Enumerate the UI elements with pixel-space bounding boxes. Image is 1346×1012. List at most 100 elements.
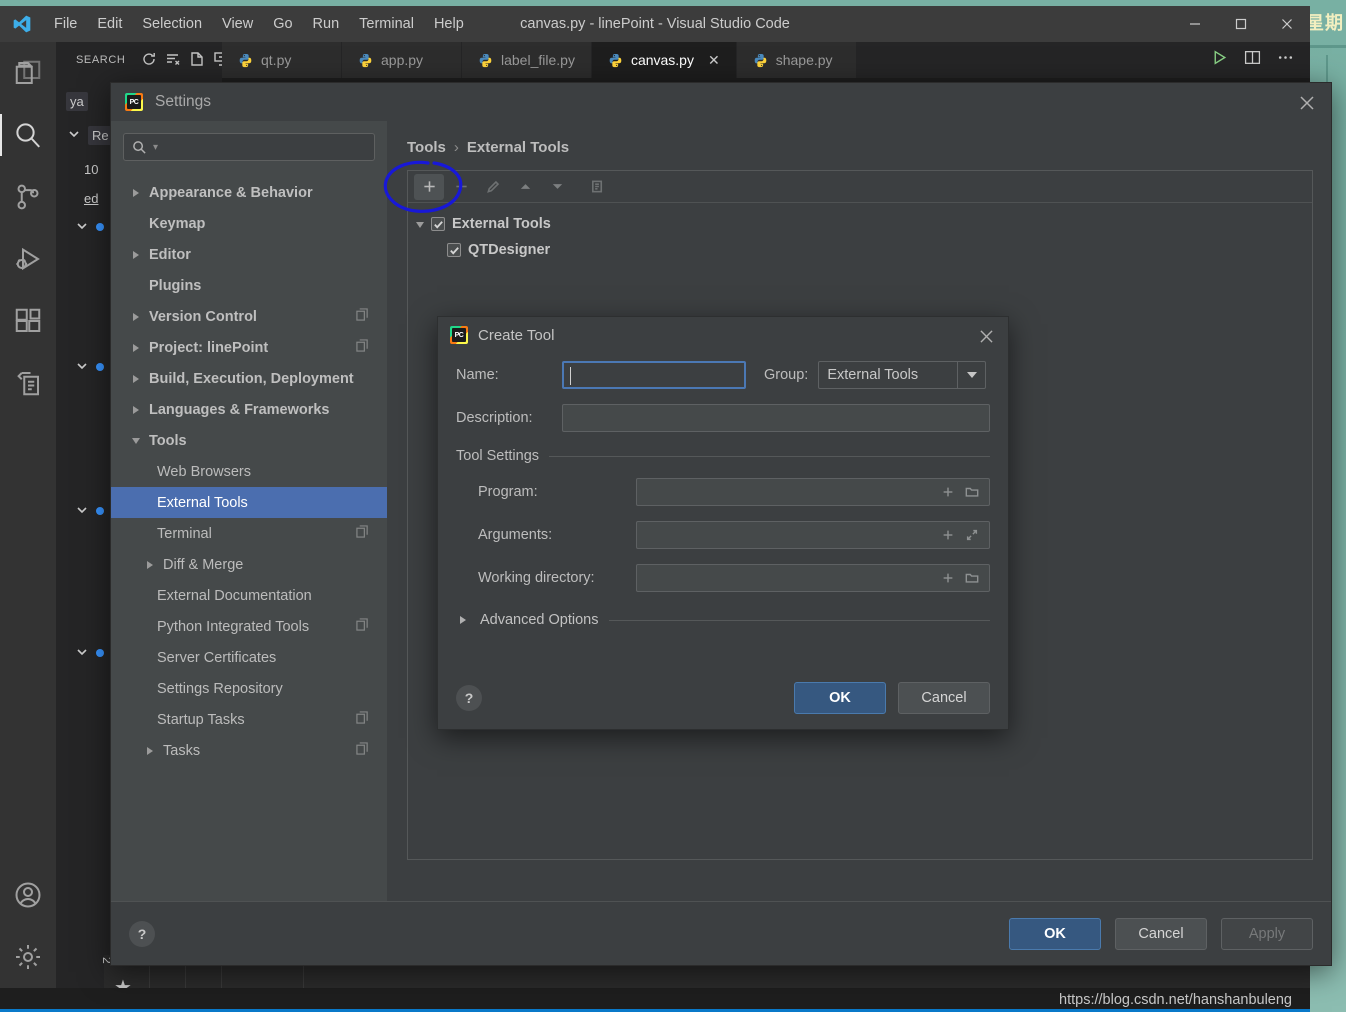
settings-search-input[interactable]: ▾ bbox=[123, 133, 375, 161]
sidebar-item-build-execution-deployment[interactable]: Build, Execution, Deployment bbox=[123, 363, 375, 394]
sidebar-item-startup-tasks[interactable]: Startup Tasks bbox=[123, 704, 375, 735]
close-icon[interactable] bbox=[1264, 6, 1310, 42]
insert-macro-icon[interactable] bbox=[941, 528, 955, 542]
more-actions-icon[interactable] bbox=[1277, 49, 1294, 71]
sidebar-item-tools[interactable]: Tools bbox=[123, 425, 375, 456]
sidebar-item-diff-merge[interactable]: Diff & Merge bbox=[123, 549, 375, 580]
menu-edit[interactable]: Edit bbox=[87, 12, 132, 36]
search-icon[interactable] bbox=[0, 104, 56, 166]
sidebar-item-settings-repository[interactable]: Settings Repository bbox=[123, 673, 375, 704]
chevron-right-icon[interactable] bbox=[129, 406, 143, 414]
search-dropdown-arrow-icon[interactable]: ▾ bbox=[153, 142, 158, 153]
chevron-right-icon[interactable] bbox=[129, 313, 143, 321]
sidebar-item-project-linepoint[interactable]: Project: linePoint bbox=[123, 332, 375, 363]
menu-selection[interactable]: Selection bbox=[132, 12, 212, 36]
settings-ok-button[interactable]: OK bbox=[1009, 917, 1101, 950]
expand-editor-icon[interactable] bbox=[965, 528, 979, 542]
sidebar-item-tasks[interactable]: Tasks bbox=[123, 735, 375, 766]
sidebar-item-python-integrated-tools[interactable]: Python Integrated Tools bbox=[123, 611, 375, 642]
menu-file[interactable]: File bbox=[44, 12, 87, 36]
run-debug-icon[interactable] bbox=[0, 228, 56, 290]
help-button[interactable]: ? bbox=[129, 920, 155, 947]
window-controls[interactable] bbox=[1172, 6, 1310, 42]
accounts-icon[interactable] bbox=[0, 864, 56, 926]
create-tool-cancel-button[interactable]: Cancel bbox=[898, 682, 990, 714]
sidebar-item-version-control[interactable]: Version Control bbox=[123, 301, 375, 332]
split-editor-icon[interactable] bbox=[1244, 49, 1261, 71]
tab-qt-py[interactable]: qt.py bbox=[222, 42, 342, 78]
group-select[interactable]: External Tools bbox=[818, 361, 987, 389]
working-directory-input[interactable] bbox=[636, 564, 990, 592]
maximize-icon[interactable] bbox=[1218, 6, 1264, 42]
clear-search-results-icon[interactable] bbox=[165, 51, 181, 70]
source-control-icon[interactable] bbox=[0, 166, 56, 228]
copy-settings-icon[interactable] bbox=[356, 742, 369, 759]
chevron-down-icon[interactable] bbox=[74, 502, 90, 521]
description-input[interactable] bbox=[562, 404, 990, 432]
insert-macro-icon[interactable] bbox=[941, 485, 955, 499]
chevron-down-icon[interactable] bbox=[129, 438, 143, 444]
chevron-right-icon[interactable] bbox=[129, 189, 143, 197]
chevron-down-icon[interactable] bbox=[66, 126, 82, 145]
sidebar-item-plugins[interactable]: Plugins bbox=[123, 270, 375, 301]
browse-folder-icon[interactable] bbox=[965, 485, 979, 499]
checkbox-external-tools[interactable] bbox=[431, 217, 445, 231]
tab-canvas-py[interactable]: canvas.py ✕ bbox=[591, 42, 737, 78]
menu-run[interactable]: Run bbox=[303, 12, 350, 36]
chevron-right-icon[interactable] bbox=[129, 251, 143, 259]
refresh-icon[interactable] bbox=[141, 51, 157, 70]
chevron-right-icon[interactable] bbox=[129, 375, 143, 383]
chevron-right-icon[interactable] bbox=[129, 344, 143, 352]
copy-settings-icon[interactable] bbox=[356, 525, 369, 542]
menu-view[interactable]: View bbox=[212, 12, 263, 36]
browse-folder-icon[interactable] bbox=[965, 571, 979, 585]
tools-tree-group-external-tools[interactable]: External Tools bbox=[416, 211, 1312, 237]
editor-tab-bar[interactable]: qt.py app.py label_file.py canvas.py ✕ s… bbox=[222, 42, 1310, 78]
external-tools-tree[interactable]: External Tools QTDesigner bbox=[408, 203, 1312, 263]
editor-actions[interactable] bbox=[1195, 42, 1310, 78]
edit-tool-button[interactable] bbox=[478, 174, 508, 200]
sidebar-item-keymap[interactable]: Keymap bbox=[123, 208, 375, 239]
help-button[interactable]: ? bbox=[456, 685, 482, 711]
menu-go[interactable]: Go bbox=[263, 12, 302, 36]
menu-terminal[interactable]: Terminal bbox=[349, 12, 424, 36]
remove-tool-button[interactable] bbox=[446, 174, 476, 200]
chevron-right-icon[interactable] bbox=[456, 616, 470, 624]
chevron-right-icon[interactable] bbox=[143, 561, 157, 569]
chevron-down-icon[interactable] bbox=[74, 644, 90, 663]
checkbox-qtdesigner[interactable] bbox=[447, 243, 461, 257]
sidebar-item-web-browsers[interactable]: Web Browsers bbox=[123, 456, 375, 487]
move-up-button[interactable] bbox=[510, 174, 540, 200]
breadcrumb-parent[interactable]: Tools bbox=[407, 139, 446, 156]
copy-settings-icon[interactable] bbox=[356, 618, 369, 635]
minimize-icon[interactable] bbox=[1172, 6, 1218, 42]
advanced-options-toggle[interactable]: Advanced Options bbox=[456, 612, 990, 628]
tab-shape-py[interactable]: shape.py bbox=[736, 42, 857, 78]
sidebar-item-server-certificates[interactable]: Server Certificates bbox=[123, 642, 375, 673]
sidebar-item-appearance-behavior[interactable]: Appearance & Behavior bbox=[123, 177, 375, 208]
explorer-icon[interactable] bbox=[0, 42, 56, 104]
copy-settings-icon[interactable] bbox=[356, 308, 369, 325]
tab-app-py[interactable]: app.py bbox=[342, 42, 462, 78]
add-tool-button[interactable] bbox=[414, 173, 444, 200]
search-fragment-3[interactable]: ed bbox=[84, 191, 98, 206]
sidebar-actions[interactable] bbox=[141, 51, 229, 70]
insert-macro-icon[interactable] bbox=[941, 571, 955, 585]
activity-bar[interactable] bbox=[0, 42, 56, 988]
program-input[interactable] bbox=[636, 478, 990, 506]
sidebar-item-languages-frameworks[interactable]: Languages & Frameworks bbox=[123, 394, 375, 425]
run-python-file-icon[interactable] bbox=[1211, 49, 1228, 71]
chevron-down-icon[interactable] bbox=[74, 218, 90, 237]
chevron-down-icon[interactable] bbox=[957, 362, 985, 388]
sidebar-item-external-tools[interactable]: External Tools bbox=[111, 487, 387, 518]
chevron-right-icon[interactable] bbox=[143, 747, 157, 755]
extensions-icon[interactable] bbox=[0, 290, 56, 352]
remote-explorer-icon[interactable] bbox=[0, 352, 56, 414]
sidebar-item-external-documentation[interactable]: External Documentation bbox=[123, 580, 375, 611]
create-tool-ok-button[interactable]: OK bbox=[794, 682, 886, 714]
settings-tree[interactable]: Appearance & Behavior Keymap Editor Plug… bbox=[111, 177, 387, 766]
vscode-menu-bar[interactable]: File Edit Selection View Go Run Terminal… bbox=[44, 12, 474, 36]
move-down-button[interactable] bbox=[542, 174, 572, 200]
copy-settings-icon[interactable] bbox=[356, 339, 369, 356]
external-tools-toolbar[interactable] bbox=[408, 171, 1312, 203]
